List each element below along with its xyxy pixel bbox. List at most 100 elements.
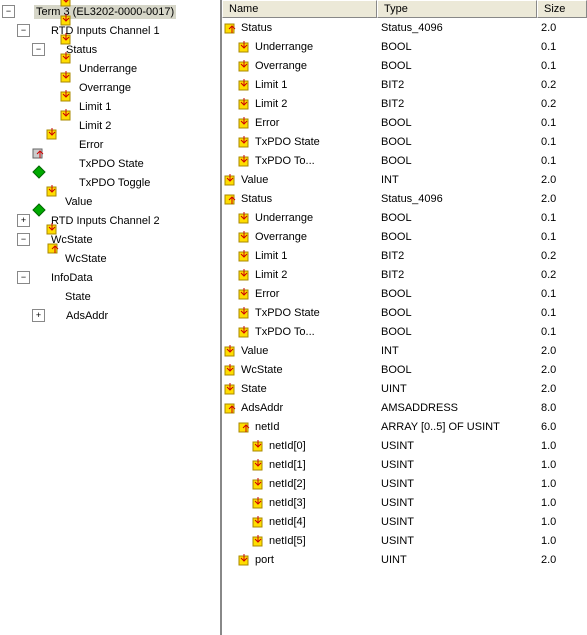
cell-name: Value	[241, 345, 268, 357]
cell-type: BOOL	[377, 212, 537, 224]
var-icon	[238, 249, 252, 263]
var-icon	[252, 439, 266, 453]
cell-type: INT	[377, 174, 537, 186]
col-type[interactable]: Type	[377, 0, 537, 18]
table-row[interactable]: ErrorBOOL0.1	[222, 113, 587, 132]
tree-item[interactable]: Limit 2	[77, 119, 113, 133]
table-row[interactable]: ErrorBOOL0.1	[222, 284, 587, 303]
table-row[interactable]: WcStateBOOL2.0	[222, 360, 587, 379]
table-row[interactable]: OverrangeBOOL0.1	[222, 227, 587, 246]
table-row[interactable]: Limit 1BIT20.2	[222, 75, 587, 94]
cell-type: BOOL	[377, 307, 537, 319]
var-icon	[224, 344, 238, 358]
table-row[interactable]: OverrangeBOOL0.1	[222, 56, 587, 75]
cell-type: UINT	[377, 554, 537, 566]
cell-name: WcState	[241, 364, 283, 376]
cell-name: Status	[241, 193, 272, 205]
tree-item[interactable]: Error	[77, 138, 105, 152]
table-row[interactable]: TxPDO To...BOOL0.1	[222, 322, 587, 341]
table-row[interactable]: ValueINT2.0	[222, 341, 587, 360]
cell-name: State	[241, 383, 267, 395]
cell-name: netId[5]	[269, 535, 306, 547]
table-row[interactable]: netId[0]USINT1.0	[222, 436, 587, 455]
table-row[interactable]: netId[4]USINT1.0	[222, 512, 587, 531]
collapse-icon[interactable]: −	[2, 5, 15, 18]
table-row[interactable]: StatusStatus_40962.0	[222, 18, 587, 37]
var-icon	[238, 59, 252, 73]
cell-size: 0.1	[537, 41, 587, 53]
table-row[interactable]: netId[5] USINT1.0	[222, 531, 587, 550]
table-row[interactable]: Limit 2BIT20.2	[222, 265, 587, 284]
diamond-icon	[32, 271, 46, 285]
collapse-icon[interactable]: −	[17, 271, 30, 284]
table-row[interactable]: netId[1]USINT1.0	[222, 455, 587, 474]
table-row[interactable]: TxPDO StateBOOL0.1	[222, 132, 587, 151]
cell-size: 2.0	[537, 193, 587, 205]
tree-item[interactable]: Overrange	[77, 81, 133, 95]
column-headers: Name Type Size	[222, 0, 587, 18]
cell-type: BOOL	[377, 231, 537, 243]
collapse-icon[interactable]: −	[17, 24, 30, 37]
table-row[interactable]: UnderrangeBOOL0.1	[222, 37, 587, 56]
var-icon	[238, 287, 252, 301]
tree-item[interactable]: TxPDO Toggle	[77, 176, 152, 190]
cell-name: TxPDO State	[255, 307, 320, 319]
tree-item[interactable]: Limit 1	[77, 100, 113, 114]
cell-size: 6.0	[537, 421, 587, 433]
cell-size: 0.1	[537, 60, 587, 72]
cell-size: 2.0	[537, 174, 587, 186]
tree-item[interactable]: TxPDO State	[77, 157, 146, 171]
table-row[interactable]: TxPDO To...BOOL0.1	[222, 151, 587, 170]
table-row[interactable]: netId[2]USINT1.0	[222, 474, 587, 493]
var-icon	[238, 420, 252, 434]
tree-item[interactable]: Underrange	[77, 62, 139, 76]
cell-name: Underrange	[255, 212, 313, 224]
collapse-icon[interactable]: −	[17, 233, 30, 246]
table-row[interactable]: netId[3]USINT1.0	[222, 493, 587, 512]
cell-size: 8.0	[537, 402, 587, 414]
table-row[interactable]: Value INT2.0	[222, 170, 587, 189]
var-icon	[238, 154, 252, 168]
terminal-icon	[17, 5, 31, 19]
tree-item[interactable]: AdsAddr	[64, 309, 110, 323]
table-row[interactable]: StatusStatus_40962.0	[222, 189, 587, 208]
table-row[interactable]: netIdARRAY [0..5] OF USINT6.0	[222, 417, 587, 436]
cell-name: port	[255, 554, 274, 566]
expand-icon[interactable]: +	[32, 309, 45, 322]
table-row[interactable]: TxPDO StateBOOL0.1	[222, 303, 587, 322]
cell-size: 2.0	[537, 364, 587, 376]
table-row[interactable]: AdsAddrAMSADDRESS8.0	[222, 398, 587, 417]
cell-size: 2.0	[537, 345, 587, 357]
col-size[interactable]: Size	[537, 0, 587, 18]
tree-item[interactable]: RTD Inputs Channel 2	[49, 214, 162, 228]
cell-type: USINT	[377, 535, 537, 547]
cell-name: netId[1]	[269, 459, 306, 471]
cell-type: BOOL	[377, 155, 537, 167]
cell-size: 0.1	[537, 212, 587, 224]
cell-size: 2.0	[537, 22, 587, 34]
tree-item[interactable]: Value	[63, 195, 94, 209]
var-icon	[238, 306, 252, 320]
cell-name: Limit 2	[255, 269, 287, 281]
table-row[interactable]: StateUINT2.0	[222, 379, 587, 398]
device-tree[interactable]: − Term 3 (EL3202-0000-0017) − RTD Inputs…	[0, 0, 222, 635]
var-icon	[252, 496, 266, 510]
variable-list: Name Type Size StatusStatus_40962.0 Under…	[222, 0, 587, 635]
table-row[interactable]: Underrange BOOL0.1	[222, 208, 587, 227]
col-name[interactable]: Name	[222, 0, 377, 18]
cell-size: 1.0	[537, 516, 587, 528]
table-row[interactable]: portUINT2.0	[222, 550, 587, 569]
cell-size: 0.2	[537, 79, 587, 91]
expand-icon[interactable]: +	[17, 214, 30, 227]
var-icon	[252, 534, 266, 548]
cell-type: UINT	[377, 383, 537, 395]
collapse-icon[interactable]: −	[32, 43, 45, 56]
cell-type: BOOL	[377, 326, 537, 338]
cell-type: BOOL	[377, 60, 537, 72]
table-row[interactable]: Limit 2BIT20.2	[222, 94, 587, 113]
cell-size: 1.0	[537, 535, 587, 547]
table-row[interactable]: Limit 1BIT20.2	[222, 246, 587, 265]
cell-name: Value	[241, 174, 268, 186]
tree-item[interactable]: State	[63, 290, 93, 304]
tree-item[interactable]: WcState	[63, 252, 109, 266]
